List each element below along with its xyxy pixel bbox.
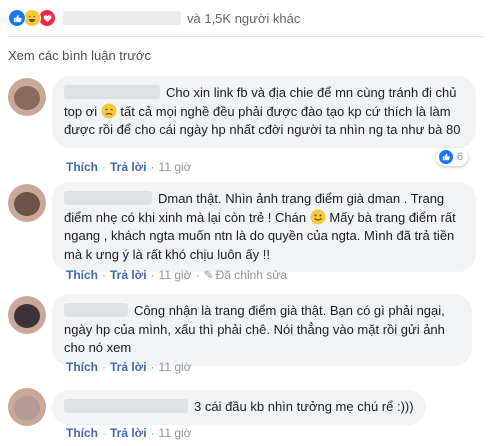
like-button[interactable]: Thích [66,268,98,282]
like-count: 6 [457,151,464,163]
disappointed-face-icon [101,103,117,118]
comment-time[interactable]: 11 giờ [159,360,192,374]
like-button[interactable]: Thích [66,160,98,174]
like-icon [8,9,26,27]
comment-time[interactable]: 11 giờ [159,160,192,174]
pencil-icon: ✎ [203,268,214,282]
comment-actions: Thích · Trả lời · 11 giờ [66,426,192,440]
reactor-names[interactable] [63,11,181,25]
like-icon [439,150,453,164]
commenter-name[interactable] [64,303,128,317]
avatar[interactable] [8,388,46,426]
view-previous-comments-link[interactable]: Xem các bình luận trước [8,48,151,63]
avatar[interactable] [8,78,46,116]
avatar[interactable] [8,184,46,222]
reply-button[interactable]: Trả lời [110,360,147,374]
commenter-name[interactable] [64,399,188,413]
comment-actions: Thích · Trả lời · 11 giờ · ✎ Đã chỉnh sửa [66,268,288,282]
like-button[interactable]: Thích [66,426,98,440]
comment-time[interactable]: 11 giờ [159,426,192,440]
like-button[interactable]: Thích [66,360,98,374]
commenter-name[interactable] [64,85,160,99]
comment-time[interactable]: 11 giờ [159,268,192,282]
reply-button[interactable]: Trả lời [110,426,147,440]
comment-bubble: Dman thật. Nhìn ảnh trang điểm già dman … [52,182,476,272]
comment-like-count[interactable]: 6 [436,148,469,166]
comment-bubble: 3 cái đầu kb nhìn tưởng mẹ chú rể :))) [52,390,426,425]
comment-text: 3 cái đầu kb nhìn tưởng mẹ chú rể :))) [194,399,414,414]
avatar[interactable] [8,296,46,334]
reply-button[interactable]: Trả lời [110,160,147,174]
comment-actions: Thích · Trả lời · 11 giờ [66,160,192,174]
reactions-summary[interactable]: và 1,5K người khác [8,8,300,28]
reply-button[interactable]: Trả lời [110,268,147,282]
reactions-others-text[interactable]: và 1,5K người khác [187,11,300,26]
comment-bubble: Công nhận là trang điểm già thật. Bạn có… [52,294,472,366]
smile-face-icon [310,209,326,224]
comment-bubble: Cho xin link fb và địa chie để mn cùng t… [52,76,476,148]
edited-label[interactable]: Đã chỉnh sửa [216,268,287,282]
comment-text-continued: tất cả mọi nghề đều phải được đào tạo kp… [64,103,461,138]
divider [8,36,484,37]
comment-actions: Thích · Trả lời · 11 giờ [66,360,192,374]
commenter-name[interactable] [64,191,152,205]
